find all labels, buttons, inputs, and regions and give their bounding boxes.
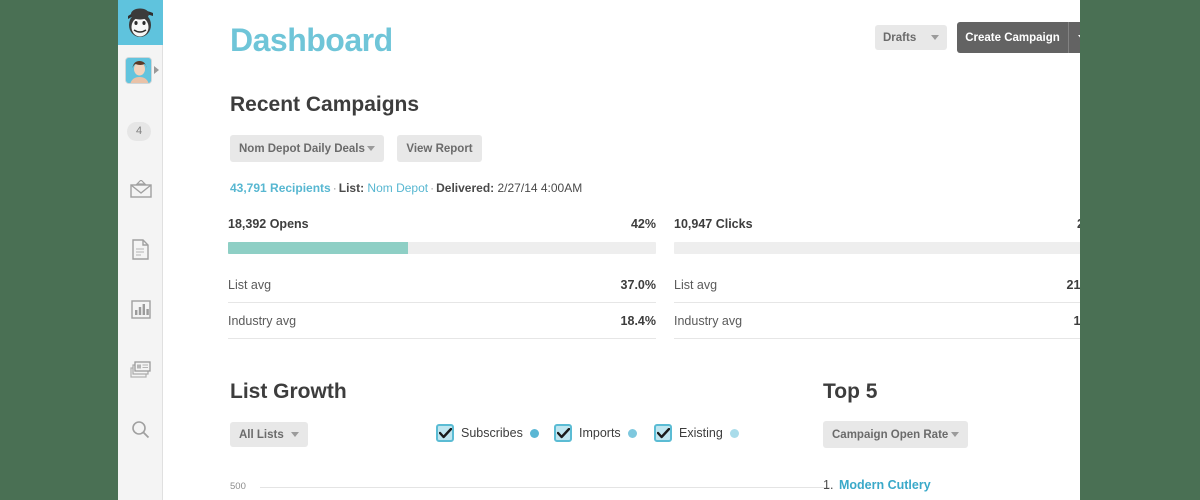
lists-icon (129, 360, 151, 378)
opens-headline: 18,392 Opens (228, 217, 309, 231)
mailchimp-app: 4 Dashboard Drafts Create Campaign Recen… (118, 0, 1080, 500)
opens-headline-row: 18,392 Opens 42% (228, 214, 656, 234)
existing-checkbox[interactable] (654, 424, 672, 442)
list-growth-chart: 500 (230, 470, 830, 500)
screenshot-frame: 4 Dashboard Drafts Create Campaign Recen… (0, 0, 1200, 500)
chevron-down-icon (1078, 35, 1080, 40)
top5-title: Top 5 (823, 380, 878, 403)
filter-subscribes[interactable]: Subscribes (436, 424, 539, 442)
view-report-label: View Report (406, 142, 473, 155)
create-campaign-button[interactable]: Create Campaign (957, 22, 1069, 53)
sidebar-item-reports[interactable] (118, 292, 163, 326)
top5-name-link[interactable]: Modern Cutlery (839, 478, 931, 492)
stat-panel-opens: 18,392 Opens 42% List avg 37.0% Industry… (228, 214, 656, 339)
opens-industry-avg-value: 18.4% (620, 313, 656, 328)
delivered-value: 2/27/14 4:00AM (497, 181, 583, 195)
opens-progress-fill (228, 242, 408, 254)
mailchimp-freddie-logo[interactable] (118, 0, 163, 45)
search-icon (132, 420, 150, 438)
check-icon (656, 427, 670, 438)
subscribes-label: Subscribes (461, 426, 523, 440)
check-icon (438, 427, 452, 438)
meta-separator-1: · (332, 181, 337, 195)
imports-label: Imports (579, 426, 621, 440)
subscribes-color-dot (529, 428, 539, 438)
meta-separator-2: · (430, 181, 435, 195)
check-icon (556, 427, 570, 438)
letterbox-left (0, 0, 118, 500)
delivered-label: Delivered: (436, 181, 495, 195)
opens-list-avg-label: List avg (228, 277, 272, 292)
top5-metric-dropdown[interactable]: Campaign Open Rate (823, 421, 968, 448)
chevron-down-icon (951, 432, 959, 437)
opens-percent: 42% (630, 217, 656, 231)
opens-progress-track (228, 242, 656, 254)
clicks-industry-avg-row: Industry avg 1.0% (674, 303, 1080, 339)
bar-chart-icon (130, 299, 151, 319)
view-report-button[interactable]: View Report (397, 135, 482, 162)
sidebar-item-lists[interactable] (118, 352, 163, 386)
top5-metric-label: Campaign Open Rate (832, 428, 949, 441)
sidebar: 4 (118, 0, 163, 500)
clicks-industry-avg-value: 1.0% (1073, 313, 1081, 328)
campaign-select-label: Nom Depot Daily Deals (239, 142, 365, 155)
letterbox-right (1080, 0, 1200, 500)
clicks-list-avg-value: 21.0% (1066, 277, 1080, 292)
top5-rank: 1. (823, 478, 834, 492)
clicks-list-avg-row: List avg 21.0% (674, 267, 1080, 303)
filter-existing[interactable]: Existing (654, 424, 739, 442)
stat-panel-clicks: 10,947 Clicks 25% List avg 21.0% Industr… (674, 214, 1080, 339)
create-campaign-group: Create Campaign (957, 22, 1080, 53)
filter-imports[interactable]: Imports (554, 424, 637, 442)
clicks-progress-track (674, 242, 1080, 254)
create-campaign-dropdown-button[interactable] (1069, 22, 1080, 53)
clicks-list-avg-label: List avg (674, 277, 718, 292)
list-growth-title: List Growth (230, 380, 347, 403)
opens-industry-avg-label: Industry avg (228, 313, 297, 328)
sidebar-item-templates[interactable] (118, 232, 163, 266)
imports-color-dot (627, 428, 637, 438)
recent-campaigns-title: Recent Campaigns (230, 93, 420, 116)
opens-list-avg-row: List avg 37.0% (228, 267, 656, 303)
drafts-button[interactable]: Drafts (875, 25, 947, 50)
chevron-down-icon (367, 146, 375, 151)
recipients-link[interactable]: 43,791 Recipients (230, 181, 331, 195)
envelope-icon (129, 180, 152, 198)
all-lists-label: All Lists (239, 428, 284, 441)
all-lists-dropdown[interactable]: All Lists (230, 422, 308, 447)
chart-gridline (260, 487, 830, 488)
document-icon (132, 238, 149, 260)
existing-color-dot (729, 428, 739, 438)
main-content: Dashboard Drafts Create Campaign Recent … (164, 0, 1080, 500)
chevron-down-icon (931, 35, 939, 40)
existing-label: Existing (679, 426, 723, 440)
page-title: Dashboard (230, 22, 393, 58)
list-item[interactable]: 1. Modern Cutlery (823, 478, 931, 492)
top5-list: 1. Modern Cutlery (823, 478, 931, 492)
avatar[interactable] (125, 57, 159, 88)
clicks-headline-row: 10,947 Clicks 25% (674, 214, 1080, 234)
list-label: List: (338, 181, 365, 195)
sidebar-item-campaigns[interactable] (118, 172, 163, 206)
list-name-link[interactable]: Nom Depot (367, 181, 428, 195)
create-campaign-label: Create Campaign (965, 31, 1060, 44)
imports-checkbox[interactable] (554, 424, 572, 442)
notification-badge[interactable]: 4 (127, 122, 151, 141)
sidebar-item-search[interactable] (118, 412, 163, 446)
opens-industry-avg-row: Industry avg 18.4% (228, 303, 656, 339)
chart-y-tick-500: 500 (230, 481, 246, 492)
chevron-down-icon (291, 432, 299, 437)
subscribes-checkbox[interactable] (436, 424, 454, 442)
campaign-select-dropdown[interactable]: Nom Depot Daily Deals (230, 135, 384, 162)
clicks-industry-avg-label: Industry avg (674, 313, 743, 328)
clicks-percent: 25% (1077, 217, 1080, 231)
clicks-headline: 10,947 Clicks (674, 217, 753, 231)
drafts-button-label: Drafts (883, 31, 917, 44)
campaign-meta: 43,791 Recipients · List: Nom Depot · Delive… (230, 181, 582, 195)
avatar-expand-arrow-icon (154, 66, 159, 74)
opens-list-avg-value: 37.0% (620, 277, 656, 292)
